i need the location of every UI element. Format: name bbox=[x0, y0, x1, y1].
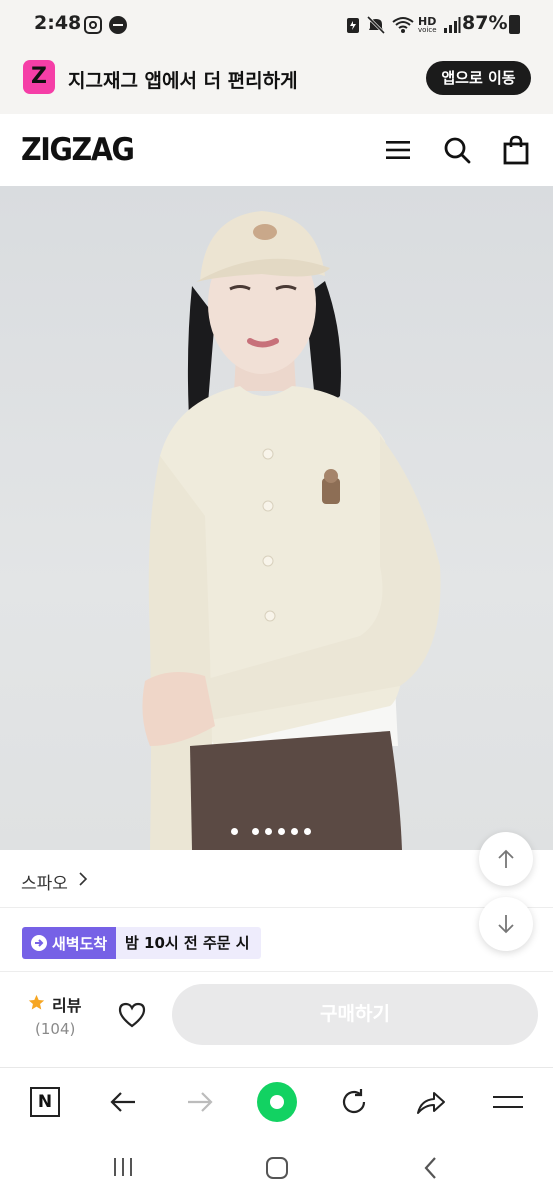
chevron-right-icon bbox=[79, 872, 88, 886]
buy-button[interactable]: 구매하기 bbox=[172, 984, 538, 1045]
dawn-delivery-badge: 새벽도착 bbox=[22, 927, 118, 959]
app-banner-message: 지그재그 앱에서 더 편리하게 bbox=[68, 70, 298, 92]
purchase-bar: 리뷰 (104) 구매하기 bbox=[0, 972, 553, 1068]
pagination-dot[interactable] bbox=[278, 828, 285, 835]
status-bar: 2:48 HD voice 87% bbox=[0, 0, 553, 44]
zigzag-app-logo: Z bbox=[23, 60, 55, 94]
volte-sublabel: voice bbox=[418, 26, 437, 34]
arrow-down-icon bbox=[498, 915, 514, 934]
dawn-delivery-icon bbox=[31, 935, 47, 951]
back-button-icon[interactable] bbox=[423, 1156, 439, 1180]
pagination-dot[interactable] bbox=[252, 828, 259, 835]
brand-row[interactable]: 스파오 ° bbox=[0, 850, 553, 908]
home-button-icon[interactable] bbox=[265, 1156, 289, 1180]
signal-icon bbox=[443, 17, 461, 33]
heart-icon[interactable] bbox=[117, 1001, 147, 1029]
menu-icon[interactable] bbox=[380, 132, 416, 168]
wifi-icon bbox=[392, 17, 414, 33]
zigzag-logo[interactable]: ZIGZAG bbox=[21, 132, 135, 168]
dawn-delivery-note: 밤 10시 전 주문 시 bbox=[116, 927, 261, 959]
back-arrow-icon[interactable] bbox=[103, 1082, 143, 1122]
status-time: 2:48 bbox=[34, 12, 82, 34]
app-banner: Z 지그재그 앱에서 더 편리하게 앱으로 이동 bbox=[0, 44, 553, 114]
battery-saver-icon bbox=[347, 18, 359, 33]
scroll-down-button[interactable] bbox=[479, 897, 533, 951]
mute-icon bbox=[366, 15, 386, 35]
browser-menu-icon[interactable] bbox=[488, 1082, 528, 1122]
browser-toolbar: N bbox=[0, 1068, 553, 1138]
status-icons: HD voice bbox=[346, 14, 461, 36]
forward-arrow-icon[interactable] bbox=[180, 1082, 220, 1122]
naver-n-glyph: N bbox=[30, 1087, 60, 1117]
battery-percent: 87% bbox=[462, 12, 508, 34]
scroll-up-button[interactable] bbox=[479, 832, 533, 886]
review-count: (104) bbox=[35, 1020, 76, 1038]
site-header: ZIGZAG bbox=[0, 114, 553, 186]
home-circle bbox=[257, 1082, 297, 1122]
image-pagination bbox=[231, 828, 311, 835]
recent-apps-icon[interactable] bbox=[112, 1156, 134, 1178]
pagination-dot[interactable] bbox=[304, 828, 311, 835]
star-icon bbox=[28, 994, 45, 1010]
open-app-button[interactable]: 앱으로 이동 bbox=[426, 61, 531, 95]
volte-indicator: HD voice bbox=[418, 16, 437, 34]
do-not-disturb-icon bbox=[109, 16, 127, 34]
pagination-dot[interactable] bbox=[265, 828, 272, 835]
product-image[interactable] bbox=[0, 186, 553, 850]
battery-icon bbox=[509, 15, 520, 34]
brand-name[interactable]: 스파오 bbox=[21, 869, 68, 894]
instagram-notification-icon bbox=[84, 16, 102, 34]
share-icon[interactable] bbox=[411, 1082, 451, 1122]
naver-icon[interactable]: N bbox=[25, 1082, 65, 1122]
dawn-delivery-label: 새벽도착 bbox=[52, 934, 108, 953]
pagination-dot[interactable] bbox=[231, 828, 238, 835]
refresh-icon[interactable] bbox=[334, 1082, 374, 1122]
delivery-info: 새벽도착 밤 10시 전 주문 시 bbox=[0, 908, 553, 972]
review-label: 리뷰 bbox=[52, 996, 82, 1015]
arrow-up-icon bbox=[498, 849, 514, 868]
pagination-dot[interactable] bbox=[291, 828, 298, 835]
home-green-icon[interactable] bbox=[257, 1082, 297, 1122]
search-icon[interactable] bbox=[439, 132, 475, 168]
shopping-bag-icon[interactable] bbox=[498, 132, 534, 168]
system-nav-bar bbox=[0, 1138, 553, 1200]
product-photo-illustration bbox=[142, 211, 441, 850]
